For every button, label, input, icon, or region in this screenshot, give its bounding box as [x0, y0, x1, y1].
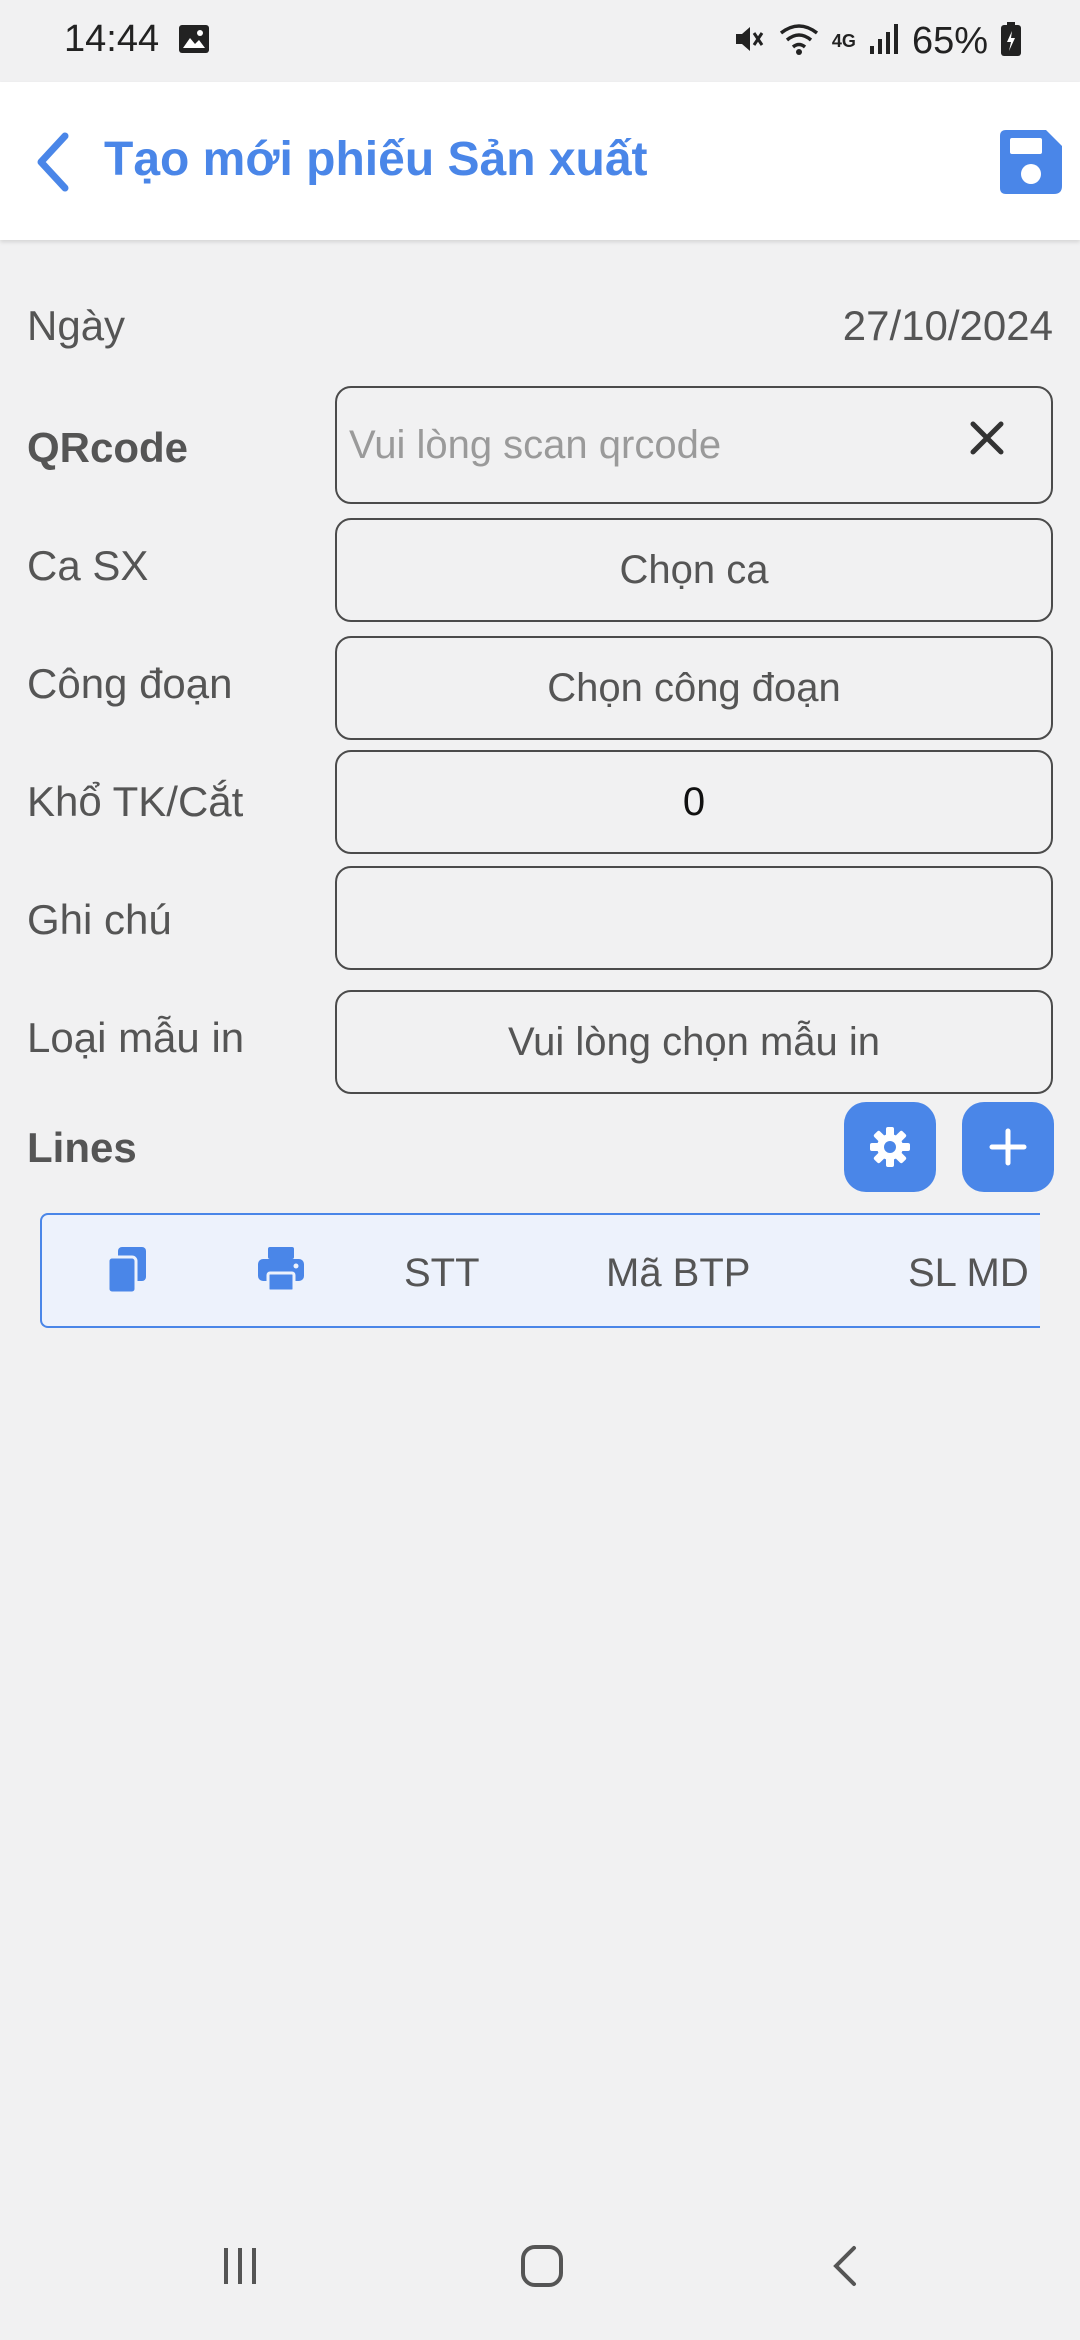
plus-icon — [989, 1128, 1027, 1166]
system-back-button[interactable] — [830, 2244, 860, 2293]
print-template-label: Loại mẫu in — [27, 1014, 245, 1061]
size-label: Khổ TK/Cắt — [27, 778, 244, 825]
stage-select[interactable]: Chọn công đoạn — [335, 636, 1053, 740]
battery-icon — [1000, 21, 1022, 62]
shift-select[interactable]: Chọn ca — [335, 518, 1053, 622]
wifi-icon — [778, 21, 820, 62]
status-bar: 14:44 4G 65% — [0, 0, 1080, 82]
column-ma-btp: Mã BTP — [606, 1251, 751, 1295]
battery-level: 65% — [911, 19, 988, 62]
print-template-value: Vui lòng chọn mẫu in — [507, 1019, 881, 1064]
gallery-notification-icon — [178, 24, 210, 59]
recent-apps-button[interactable] — [220, 2246, 260, 2291]
shift-value: Chọn ca — [619, 547, 769, 592]
column-sl-md: SL MD — [908, 1251, 1029, 1295]
stage-label: Công đoạn — [27, 660, 233, 707]
close-icon — [970, 421, 1004, 455]
qrcode-label: QRcode — [27, 424, 189, 471]
lines-title: Lines — [27, 1124, 137, 1171]
back-button[interactable] — [18, 122, 88, 202]
column-stt: STT — [404, 1251, 480, 1295]
mute-icon — [730, 21, 766, 62]
shift-label: Ca SX — [27, 542, 149, 589]
system-nav-bar — [0, 2210, 1080, 2340]
size-value: 0 — [682, 779, 706, 824]
page-title: Tạo mới phiếu Sản xuất — [104, 133, 648, 186]
status-time: 14:44 — [64, 18, 160, 60]
app-bar: Tạo mới phiếu Sản xuất — [0, 82, 1080, 240]
gear-icon — [870, 1127, 910, 1167]
lines-table-header: STT Mã BTP SL MD — [40, 1213, 1040, 1328]
print-template-select[interactable]: Vui lòng chọn mẫu in — [335, 990, 1053, 1094]
network-type-icon: 4G — [831, 30, 856, 51]
floppy-disk-icon — [1000, 130, 1062, 194]
printer-icon[interactable] — [256, 1245, 306, 1298]
date-label: Ngày — [27, 302, 126, 349]
add-line-button[interactable] — [962, 1102, 1054, 1192]
qrcode-placeholder: Vui lòng scan qrcode — [349, 422, 722, 467]
size-input[interactable]: 0 — [335, 750, 1053, 854]
save-button[interactable] — [994, 126, 1066, 198]
note-input[interactable] — [335, 866, 1053, 970]
status-icons: 4G 65% — [730, 18, 1022, 64]
stage-value: Chọn công đoạn — [547, 665, 841, 710]
copy-icon[interactable] — [104, 1245, 150, 1300]
clear-qrcode-button[interactable] — [959, 410, 1015, 466]
qrcode-input[interactable]: Vui lòng scan qrcode — [335, 386, 1053, 504]
date-value[interactable]: 27/10/2024 — [843, 302, 1053, 350]
lines-settings-button[interactable] — [844, 1102, 936, 1192]
home-button[interactable] — [520, 2244, 564, 2293]
back-arrow-icon — [37, 132, 69, 192]
note-label: Ghi chú — [27, 896, 172, 943]
signal-icon — [868, 22, 900, 61]
